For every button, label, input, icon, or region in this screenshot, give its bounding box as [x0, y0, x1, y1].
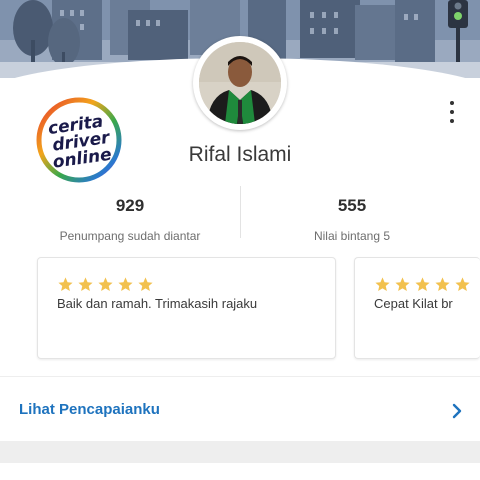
driver-photo	[199, 42, 281, 124]
driver-name: Rifal Islami	[188, 143, 292, 166]
achievements-row[interactable]: Lihat Pencapaianku	[0, 377, 480, 441]
star-rating	[374, 276, 471, 294]
review-card[interactable]: Cepat Kilat br	[354, 257, 480, 359]
stat-five-star: 555 Nilai bintang 5	[262, 196, 442, 243]
star-icon	[375, 277, 390, 292]
star-icon	[455, 277, 470, 292]
stat-passengers-value: 929	[115, 196, 145, 215]
star-icon	[58, 277, 73, 292]
stat-five-star-value: 555	[337, 196, 367, 215]
menu-dot	[450, 110, 454, 114]
review-text: Baik dan ramah. Trimakasih rajaku	[57, 296, 258, 311]
star-icon	[435, 277, 450, 292]
achievements-link[interactable]: Lihat Pencapaianku	[19, 401, 160, 418]
star-rating	[57, 276, 154, 294]
star-icon	[118, 277, 133, 292]
avatar[interactable]	[199, 42, 281, 124]
stat-five-star-label: Nilai bintang 5	[313, 229, 391, 243]
star-icon	[78, 277, 93, 292]
star-icon	[415, 277, 430, 292]
review-card[interactable]: Baik dan ramah. Trimakasih rajaku	[37, 257, 336, 359]
stat-passengers: 929 Penumpang sudah diantar	[40, 196, 220, 243]
cerita-driver-online-logo: cerita driver online	[34, 96, 124, 184]
stats-divider	[240, 186, 241, 238]
more-vertical-icon[interactable]	[444, 98, 460, 126]
review-text: Cepat Kilat br	[374, 296, 453, 311]
chevron-right-icon[interactable]	[451, 403, 463, 419]
stat-passengers-label: Penumpang sudah diantar	[59, 229, 201, 243]
section-separator	[0, 441, 480, 463]
menu-dot	[450, 119, 454, 123]
star-icon	[138, 277, 153, 292]
star-icon	[395, 277, 410, 292]
next-section-row[interactable]	[0, 463, 480, 480]
menu-dot	[450, 101, 454, 105]
star-icon	[98, 277, 113, 292]
